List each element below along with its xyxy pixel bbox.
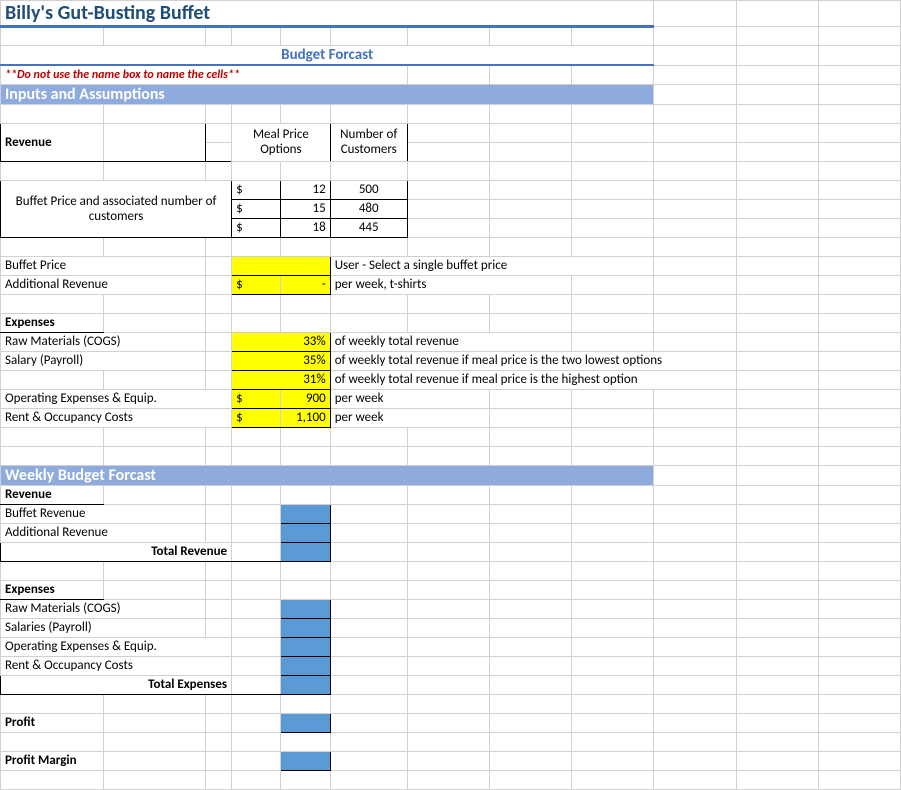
- dollar-symbol: $: [232, 275, 281, 294]
- title: Billy's Gut-Busting Buffet: [1, 1, 654, 27]
- buffet-price-input[interactable]: [232, 256, 331, 275]
- customers-2[interactable]: 480: [330, 199, 407, 218]
- price-3[interactable]: 18: [281, 218, 330, 237]
- rent-value[interactable]: 1,100: [281, 408, 330, 427]
- expenses-label: Expenses: [1, 313, 104, 332]
- wb-addl-rev: Additional Revenue: [1, 523, 206, 542]
- wb-rent: Rent & Occupancy Costs: [1, 656, 232, 675]
- wb-total-rev-cell[interactable]: [281, 542, 330, 561]
- wb-expenses: Expenses: [1, 580, 104, 599]
- meal-price-header: Meal Price Options: [232, 123, 331, 161]
- wb-buffet-rev: Buffet Revenue: [1, 504, 206, 523]
- dollar-symbol: $: [232, 218, 281, 237]
- wb-salaries-cell[interactable]: [281, 618, 330, 637]
- salary-pct2[interactable]: 31%: [232, 370, 331, 389]
- wb-margin: Profit Margin: [1, 751, 104, 770]
- salary-label: Salary (Payroll): [1, 351, 206, 370]
- customers-3[interactable]: 445: [330, 218, 407, 237]
- num-customers-header: Number of Customers: [330, 123, 407, 161]
- addl-revenue-label: Additional Revenue: [1, 275, 206, 294]
- dollar-symbol: $: [232, 180, 281, 199]
- dollar-symbol: $: [232, 389, 281, 408]
- wb-total-rev: Total Revenue: [1, 542, 232, 561]
- wb-buffet-rev-cell[interactable]: [281, 504, 330, 523]
- wb-opex: Operating Expenses & Equip.: [1, 637, 232, 656]
- buffet-price-desc: Buffet Price and associated number of cu…: [1, 180, 232, 237]
- customers-1[interactable]: 500: [330, 180, 407, 199]
- addl-revenue-note: per week, t-shirts: [330, 275, 571, 294]
- wb-margin-cell[interactable]: [281, 751, 330, 770]
- salary-pct1[interactable]: 35%: [232, 351, 331, 370]
- wb-total-exp: Total Expenses: [1, 675, 232, 694]
- wb-rent-cell[interactable]: [281, 656, 330, 675]
- buffet-price-label: Buffet Price: [1, 256, 206, 275]
- price-1[interactable]: 12: [281, 180, 330, 199]
- addl-revenue-input[interactable]: -: [281, 275, 330, 294]
- wb-profit: Profit: [1, 713, 104, 732]
- dollar-symbol: $: [232, 408, 281, 427]
- dollar-symbol: $: [232, 199, 281, 218]
- buffet-price-note: User - Select a single buffet price: [330, 256, 654, 275]
- spreadsheet: Billy's Gut-Busting Buffet Budget Forcas…: [0, 0, 901, 727]
- opex-value[interactable]: 900: [281, 389, 330, 408]
- raw-materials-pct[interactable]: 33%: [232, 332, 331, 351]
- salary-note2: of weekly total revenue if meal price is…: [330, 370, 736, 389]
- inputs-header: Inputs and Assumptions: [1, 84, 654, 104]
- price-2[interactable]: 15: [281, 199, 330, 218]
- wb-total-exp-cell[interactable]: [281, 675, 330, 694]
- wb-profit-cell[interactable]: [281, 713, 330, 732]
- wb-raw-cell[interactable]: [281, 599, 330, 618]
- wb-raw: Raw Materials (COGS): [1, 599, 206, 618]
- wb-opex-cell[interactable]: [281, 637, 330, 656]
- rent-label: Rent & Occupancy Costs: [1, 408, 232, 427]
- opex-note: per week: [330, 389, 489, 408]
- wb-revenue: Revenue: [1, 485, 104, 504]
- raw-materials-label: Raw Materials (COGS): [1, 332, 206, 351]
- opex-label: Operating Expenses & Equip.: [1, 389, 232, 408]
- warning: **Do not use the name box to name the ce…: [1, 65, 408, 84]
- wb-addl-rev-cell[interactable]: [281, 523, 330, 542]
- raw-materials-note: of weekly total revenue: [330, 332, 571, 351]
- revenue-label: Revenue: [1, 123, 104, 161]
- subtitle: Budget Forcast: [1, 46, 654, 66]
- rent-note: per week: [330, 408, 489, 427]
- weekly-header: Weekly Budget Forcast: [1, 465, 654, 485]
- salary-note1: of weekly total revenue if meal price is…: [330, 351, 736, 370]
- wb-salaries: Salaries (Payroll): [1, 618, 206, 637]
